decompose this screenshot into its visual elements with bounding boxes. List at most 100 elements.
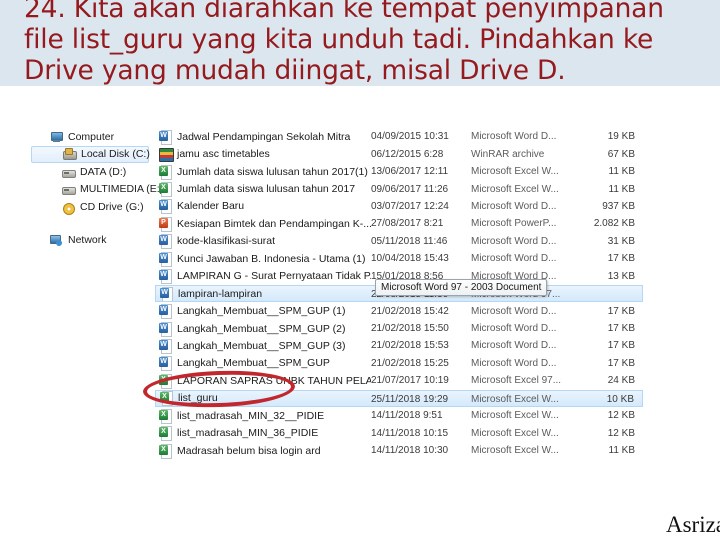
- file-size-cell: 12 KB: [607, 427, 635, 439]
- file-name-cell[interactable]: Wlampiran-lampiran: [155, 285, 371, 303]
- word-icon: W: [159, 269, 172, 285]
- file-size-cell: 11 KB: [608, 183, 636, 195]
- nav-item-network[interactable]: Network: [31, 232, 155, 250]
- file-name-label: jamu asc timetables: [177, 148, 270, 161]
- file-size-cell: 11 KB: [608, 445, 636, 457]
- file-row[interactable]: X LAPORAN SAPRAS UNBK TAHUN PELAJ... 21/07…: [155, 372, 663, 389]
- author-signature: Asriza: [665, 512, 720, 537]
- file-row[interactable]: X Jumlah data siswa lulusan tahun 2017(1)…: [155, 163, 663, 180]
- rar-icon: [159, 147, 174, 163]
- file-row[interactable]: Wkode-klasifikasi-surat 05/11/2018 11:46 M…: [155, 233, 663, 250]
- file-name-cell[interactable]: W Jadwal Pendampingan Sekolah Mitra: [155, 128, 371, 145]
- word-icon: W: [159, 356, 172, 372]
- file-row[interactable]: Xlist_madrasah_MIN_32__PIDIE 14/11/2018 9…: [155, 407, 663, 424]
- file-row[interactable]: Xlist_guru 25/11/2018 19:29 Microsoft Exce…: [155, 389, 663, 407]
- file-type-cell: Microsoft Word D...: [471, 235, 557, 247]
- file-size-cell: 12 KB: [607, 410, 635, 422]
- file-name-label: Langkah_Membuat__SPM_GUP: [177, 357, 330, 370]
- file-name-cell[interactable]: Xlist_madrasah_MIN_32__PIDIE: [155, 407, 371, 424]
- nav-item-label: DATA (D:): [80, 165, 127, 178]
- file-row[interactable]: W Kalender Baru 03/07/2017 12:24 Microsoft …: [155, 198, 663, 215]
- file-name-cell[interactable]: X LAPORAN SAPRAS UNBK TAHUN PELAJ...: [155, 372, 371, 389]
- nav-item-data-d[interactable]: DATA (D:): [31, 163, 155, 181]
- file-name-label: list_guru: [178, 392, 218, 405]
- cd-icon: [61, 200, 75, 215]
- file-type-cell: WinRAR archive: [471, 148, 545, 160]
- file-size-cell: 17 KB: [607, 253, 635, 265]
- word-icon: W: [159, 321, 172, 337]
- file-size-cell: 24 KB: [607, 375, 635, 387]
- file-name-label: LAPORAN SAPRAS UNBK TAHUN PELAJ...: [177, 374, 371, 387]
- file-name-label: Jadwal Pendampingan Sekolah Mitra: [177, 130, 351, 143]
- file-row[interactable]: W Langkah_Membuat__SPM_GUP (2) 21/02/2018 …: [155, 320, 663, 337]
- file-row[interactable]: W Kunci Jawaban B. Indonesia - Utama (1) 1…: [155, 250, 663, 267]
- file-row[interactable]: P Kesiapan Bimtek dan Pendampingan K-... 2…: [155, 215, 663, 232]
- file-name-cell[interactable]: W Langkah_Membuat__SPM_GUP: [155, 355, 371, 372]
- file-row[interactable]: Xlist_madrasah_MIN_36_PIDIE 14/11/2018 10…: [155, 424, 663, 442]
- file-type-cell: Microsoft Excel W...: [471, 183, 559, 195]
- file-name-cell[interactable]: Xlist_guru: [155, 389, 371, 407]
- file-name-label: list_madrasah_MIN_36_PIDIE: [177, 427, 319, 440]
- file-type-cell: Microsoft Excel W...: [471, 410, 559, 422]
- word-icon: W: [159, 304, 172, 320]
- file-date-cell: 13/06/2017 12:11: [371, 166, 449, 178]
- word-icon: W: [159, 129, 172, 145]
- file-name-cell[interactable]: X Jumlah data siswa lulusan tahun 2017: [155, 181, 371, 198]
- file-name-cell[interactable]: W Langkah_Membuat__SPM_GUP (2): [155, 320, 371, 337]
- excel-icon: X: [159, 426, 172, 442]
- file-size-cell: 67 KB: [607, 148, 635, 160]
- file-size-cell: 13 KB: [607, 270, 635, 282]
- file-size-cell: 19 KB: [607, 131, 635, 143]
- computer-icon: [49, 130, 63, 144]
- word-icon: W: [160, 286, 173, 302]
- file-name-cell[interactable]: Xlist_madrasah_MIN_36_PIDIE: [155, 425, 371, 442]
- nav-item-cd-drive-g[interactable]: CD Drive (G:): [31, 198, 155, 216]
- slide-caption-band: 24. Kita akan diarahkan ke tempat penyim…: [0, 0, 720, 86]
- file-row[interactable]: W Jadwal Pendampingan Sekolah Mitra 04/09/…: [155, 128, 663, 145]
- file-date-cell: 04/09/2015 10:31: [371, 131, 449, 143]
- file-name-label: Langkah_Membuat__SPM_GUP (2): [177, 322, 346, 335]
- file-size-cell: 17 KB: [607, 305, 635, 317]
- file-date-cell: 21/02/2018 15:50: [371, 323, 449, 335]
- file-type-cell: Microsoft Word D...: [471, 131, 557, 143]
- file-name-label: lampiran-lampiran: [178, 287, 263, 300]
- nav-item-local-disk-c[interactable]: Local Disk (C:): [31, 145, 150, 163]
- file-name-cell[interactable]: jamu asc timetables: [155, 146, 371, 163]
- file-explorer-screenshot: Computer Local Disk (C:) DATA (D:) MULTIMED…: [31, 128, 663, 459]
- file-name-cell[interactable]: W Kunci Jawaban B. Indonesia - Utama (1): [155, 250, 371, 267]
- word-icon: W: [159, 199, 172, 215]
- file-size-cell: 937 KB: [602, 200, 635, 212]
- file-name-cell[interactable]: P Kesiapan Bimtek dan Pendampingan K-...: [155, 215, 371, 232]
- slide-caption-text: 24. Kita akan diarahkan ke tempat penyim…: [24, 0, 673, 86]
- file-name-label: Kalender Baru: [177, 200, 245, 213]
- file-row[interactable]: W Langkah_Membuat__SPM_GUP (1) 21/02/2018 …: [155, 302, 663, 320]
- file-name-cell[interactable]: W Kalender Baru: [155, 198, 371, 215]
- file-row[interactable]: W Langkah_Membuat__SPM_GUP 21/02/2018 15:2…: [155, 355, 663, 372]
- file-row[interactable]: jamu asc timetables 06/12/2015 6:28 WinRAR…: [155, 145, 663, 163]
- nav-item-computer[interactable]: Computer: [31, 128, 155, 146]
- file-date-cell: 27/08/2017 8:21: [371, 218, 444, 230]
- file-row[interactable]: X Jumlah data siswa lulusan tahun 2017 09/…: [155, 180, 663, 198]
- file-name-cell[interactable]: W LAMPIRAN G - Surat Pernyataan Tidak P..…: [155, 268, 371, 285]
- file-size-cell: [577, 285, 643, 303]
- file-type-cell: Microsoft Word D...: [471, 357, 557, 369]
- file-date-cell: 14/11/2018 10:30: [371, 445, 449, 457]
- file-date-cell: 14/11/2018 9:51: [371, 410, 443, 422]
- file-name-cell[interactable]: W Langkah_Membuat__SPM_GUP (1): [155, 303, 371, 320]
- file-date-cell: 21/02/2018 15:53: [371, 340, 449, 352]
- file-size-cell: 2.082 KB: [593, 218, 635, 230]
- file-row[interactable]: X Madrasah belum bisa login ard 14/11/2018…: [155, 442, 663, 459]
- file-name-cell[interactable]: X Madrasah belum bisa login ard: [155, 442, 371, 459]
- file-type-cell: Microsoft Excel W...: [471, 389, 577, 407]
- nav-item-multimedia-e[interactable]: MULTIMEDIA (E:): [31, 181, 163, 199]
- file-name-cell[interactable]: X Jumlah data siswa lulusan tahun 2017(1): [155, 163, 371, 180]
- nav-item-label: Local Disk (C:): [81, 148, 150, 161]
- file-name-cell[interactable]: W Langkah_Membuat__SPM_GUP (3): [155, 337, 371, 354]
- file-date-cell: 25/11/2018 19:29: [371, 389, 471, 407]
- file-type-cell: Microsoft Word D...: [471, 323, 557, 335]
- file-name-cell[interactable]: Wkode-klasifikasi-surat: [155, 233, 371, 250]
- file-date-cell: 03/07/2017 12:24: [371, 200, 449, 212]
- file-size-cell: 17 KB: [607, 357, 635, 369]
- navigation-pane: Computer Local Disk (C:) DATA (D:) MULTIMED…: [31, 128, 163, 453]
- file-row[interactable]: W Langkah_Membuat__SPM_GUP (3) 21/02/2018 …: [155, 337, 663, 354]
